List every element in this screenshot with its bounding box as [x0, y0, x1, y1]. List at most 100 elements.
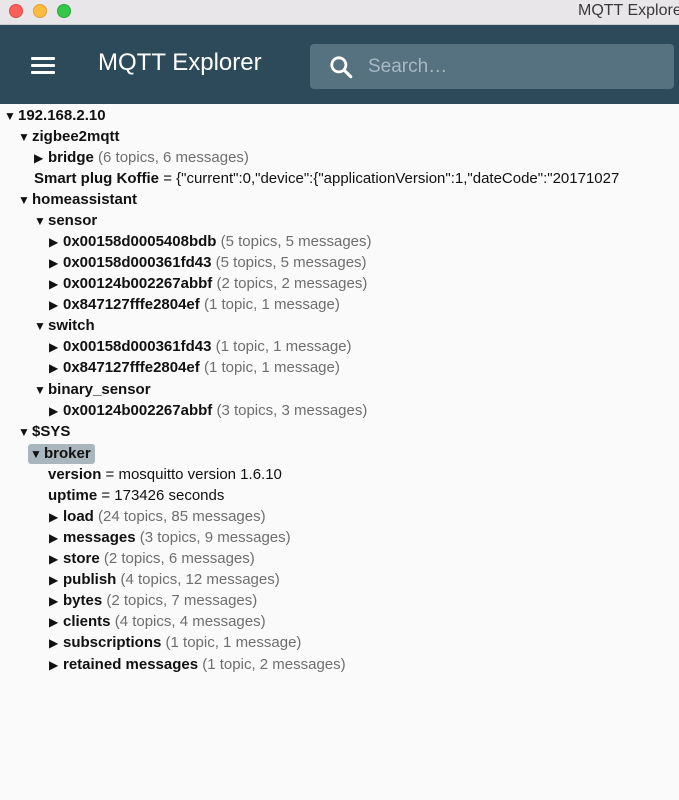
tree-node-switch-item[interactable]: ▶ 0x00158d000361fd43 (1 topic, 1 message) [49, 337, 352, 357]
node-label: 0x00158d000361fd43 [63, 338, 212, 355]
node-meta: (5 topics, 5 messages) [220, 233, 372, 250]
node-label: 192.168.2.10 [18, 107, 106, 124]
node-label: 0x00124b002267abbf [63, 402, 213, 419]
node-label: homeassistant [32, 191, 138, 208]
node-label: 0x847127fffe2804ef [63, 359, 200, 376]
tree-node-switch[interactable]: ▼ switch [34, 316, 95, 336]
collapsed-arrow-icon[interactable]: ▶ [49, 570, 63, 590]
tree-node-homeassistant[interactable]: ▼ homeassistant [18, 190, 137, 210]
expanded-arrow-icon[interactable]: ▼ [30, 444, 44, 464]
collapsed-arrow-icon[interactable]: ▶ [34, 148, 48, 168]
node-meta: (5 topics, 5 messages) [215, 254, 367, 271]
tree-node-broker-item[interactable]: ▶ messages (3 topics, 9 messages) [49, 528, 291, 548]
node-value: = {"current":0,"device":{"applicationVer… [163, 170, 620, 187]
tree-node-broker-item[interactable]: ▶ store (2 topics, 6 messages) [49, 549, 255, 569]
tree-node-uptime[interactable]: uptime = 173426 seconds [48, 486, 224, 506]
tree-node-binary-sensor-item[interactable]: ▶ 0x00124b002267abbf (3 topics, 3 message… [49, 401, 367, 421]
node-meta: (1 topic, 1 message) [203, 359, 340, 376]
node-label: version [48, 466, 102, 483]
node-label: clients [63, 613, 111, 630]
tree-node-binary-sensor[interactable]: ▼ binary_sensor [34, 380, 151, 400]
tree-node-sensor-item[interactable]: ▶ 0x00158d0005408bdb (5 topics, 5 message… [49, 232, 372, 252]
expanded-arrow-icon[interactable]: ▼ [34, 316, 48, 336]
collapsed-arrow-icon[interactable]: ▶ [49, 401, 63, 421]
node-label: zigbee2mqtt [32, 128, 120, 145]
expanded-arrow-icon[interactable]: ▼ [34, 380, 48, 400]
node-label: sensor [48, 212, 98, 229]
expanded-arrow-icon[interactable]: ▼ [4, 106, 18, 126]
collapsed-arrow-icon[interactable]: ▶ [49, 528, 63, 548]
node-meta: (2 topics, 7 messages) [106, 592, 258, 609]
tree-node-sensor-item[interactable]: ▶ 0x00124b002267abbf (2 topics, 2 message… [49, 274, 367, 294]
expanded-arrow-icon[interactable]: ▼ [18, 190, 32, 210]
node-label: 0x847127fffe2804ef [63, 296, 200, 313]
node-label: $SYS [32, 423, 71, 440]
tree-node-version[interactable]: version = mosquitto version 1.6.10 [48, 465, 282, 485]
node-meta: (4 topics, 12 messages) [120, 571, 280, 588]
tree-node-zigbee2mqtt[interactable]: ▼ zigbee2mqtt [18, 127, 120, 147]
node-label: bridge [48, 149, 94, 166]
node-meta: (1 topic, 1 message) [165, 634, 302, 651]
node-label: 0x00158d000361fd43 [63, 254, 212, 271]
collapsed-arrow-icon[interactable]: ▶ [49, 358, 63, 378]
collapsed-arrow-icon[interactable]: ▶ [49, 274, 63, 294]
app-title: MQTT Explorer [98, 49, 262, 76]
node-label: Smart plug Koffie [34, 170, 160, 187]
node-label: broker [44, 445, 91, 462]
tree-node-broker-selected[interactable]: ▼ broker [28, 444, 95, 464]
tree-node-broker-item[interactable]: ▶ load (24 topics, 85 messages) [49, 507, 266, 527]
node-meta: (3 topics, 9 messages) [139, 529, 291, 546]
node-meta: (4 topics, 4 messages) [114, 613, 266, 630]
window-title: MQTT Explorer [578, 2, 679, 19]
node-meta: (6 topics, 6 messages) [98, 149, 249, 166]
tree-node-root[interactable]: ▼ 192.168.2.10 [4, 106, 106, 126]
collapsed-arrow-icon[interactable]: ▶ [49, 337, 63, 357]
tree-node-broker-item[interactable]: ▶ publish (4 topics, 12 messages) [49, 570, 280, 590]
window-close-button[interactable] [9, 4, 23, 18]
node-meta: (1 topic, 2 messages) [202, 656, 346, 673]
node-meta: (2 topics, 6 messages) [103, 550, 255, 567]
tree-node-broker-item[interactable]: ▶ subscriptions (1 topic, 1 message) [49, 633, 301, 653]
topic-tree: ▼ 192.168.2.10 ▼ zigbee2mqtt ▶ bridge (6 to… [0, 105, 679, 800]
tree-node-smart-plug[interactable]: Smart plug Koffie = {"current":0,"device… [34, 169, 619, 189]
tree-node-sensor-item[interactable]: ▶ 0x00158d000361fd43 (5 topics, 5 message… [49, 253, 367, 273]
node-label: uptime [48, 487, 98, 504]
node-label: load [63, 508, 94, 525]
node-label: messages [63, 529, 136, 546]
expanded-arrow-icon[interactable]: ▼ [34, 211, 48, 231]
node-label: publish [63, 571, 117, 588]
window-minimize-button[interactable] [33, 4, 47, 18]
tree-node-sensor[interactable]: ▼ sensor [34, 211, 97, 231]
collapsed-arrow-icon[interactable]: ▶ [49, 591, 63, 611]
expanded-arrow-icon[interactable]: ▼ [18, 422, 32, 442]
node-meta: (1 topic, 1 message) [203, 296, 340, 313]
tree-node-sys[interactable]: ▼ $SYS [18, 422, 70, 442]
collapsed-arrow-icon[interactable]: ▶ [49, 612, 63, 632]
window-maximize-button[interactable] [57, 4, 71, 18]
collapsed-arrow-icon[interactable]: ▶ [49, 633, 63, 653]
node-meta: (24 topics, 85 messages) [98, 508, 266, 525]
tree-node-broker-item[interactable]: ▶ bytes (2 topics, 7 messages) [49, 591, 257, 611]
node-label: binary_sensor [48, 381, 151, 398]
node-value: = mosquitto version 1.6.10 [105, 466, 282, 483]
hamburger-menu-icon[interactable] [22, 51, 64, 81]
tree-node-broker-item[interactable]: ▶ retained messages (1 topic, 2 messages) [49, 655, 346, 675]
collapsed-arrow-icon[interactable]: ▶ [49, 507, 63, 527]
collapsed-arrow-icon[interactable]: ▶ [49, 295, 63, 315]
tree-node-switch-item[interactable]: ▶ 0x847127fffe2804ef (1 topic, 1 message) [49, 358, 340, 378]
collapsed-arrow-icon[interactable]: ▶ [49, 549, 63, 569]
node-label: retained messages [63, 656, 199, 673]
collapsed-arrow-icon[interactable]: ▶ [49, 655, 63, 675]
node-label: 0x00158d0005408bdb [63, 233, 217, 250]
collapsed-arrow-icon[interactable]: ▶ [49, 253, 63, 273]
search-box[interactable] [310, 44, 674, 89]
tree-node-bridge[interactable]: ▶ bridge (6 topics, 6 messages) [34, 148, 249, 168]
collapsed-arrow-icon[interactable]: ▶ [49, 232, 63, 252]
expanded-arrow-icon[interactable]: ▼ [18, 127, 32, 147]
window-titlebar: MQTT Explorer [0, 0, 679, 25]
search-icon [330, 56, 353, 79]
tree-node-broker-item[interactable]: ▶ clients (4 topics, 4 messages) [49, 612, 266, 632]
search-input[interactable] [368, 44, 658, 89]
node-meta: (1 topic, 1 message) [215, 338, 352, 355]
tree-node-sensor-item[interactable]: ▶ 0x847127fffe2804ef (1 topic, 1 message) [49, 295, 340, 315]
